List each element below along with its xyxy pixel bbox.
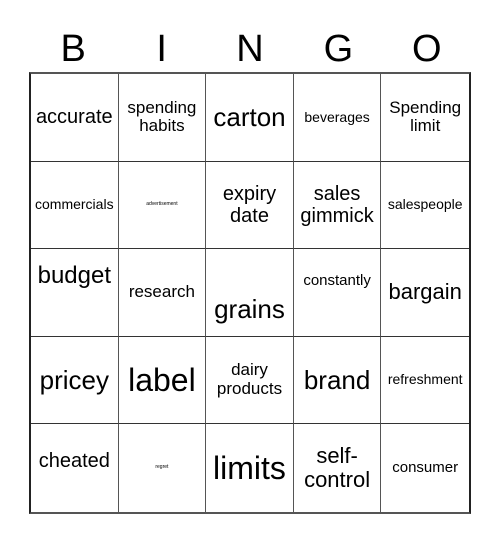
bingo-cell[interactable]: consumer xyxy=(381,424,469,512)
bingo-cell[interactable]: brand xyxy=(293,336,382,425)
bingo-cell[interactable]: grains xyxy=(206,249,294,337)
header-letter-i: I xyxy=(156,28,167,70)
bingo-cell[interactable]: bargain xyxy=(381,249,469,337)
cell-text: label xyxy=(128,361,196,398)
cell-text: commercials xyxy=(35,196,114,213)
cell-text: constantly xyxy=(303,272,371,290)
cell-text: sales gimmick xyxy=(300,182,374,227)
cell-text: consumer xyxy=(392,458,459,476)
bingo-cell[interactable]: limits xyxy=(206,424,294,512)
header-letter-b: B xyxy=(60,28,86,70)
cell-text: salespeople xyxy=(387,196,463,213)
cell-text: Spending limit xyxy=(389,97,462,136)
bingo-cell[interactable]: carton xyxy=(206,74,294,162)
bingo-cell[interactable]: dairy products xyxy=(206,336,294,425)
bingo-cell[interactable]: constantly xyxy=(293,249,382,337)
bingo-cell[interactable]: pricey xyxy=(31,336,119,425)
cell-text: beverages xyxy=(304,108,370,125)
cell-text: regret xyxy=(155,464,169,471)
cell-text: self-control xyxy=(304,443,371,493)
bingo-cell[interactable]: spending habits xyxy=(118,74,207,162)
bingo-cell[interactable]: label xyxy=(118,336,207,425)
bingo-cell[interactable]: commercials xyxy=(31,161,119,250)
cell-text: cheated xyxy=(38,450,110,473)
bingo-cell[interactable]: cheated xyxy=(31,424,119,512)
cell-text: carton xyxy=(213,102,286,132)
bingo-board: accurate spending habits carton beverage… xyxy=(29,72,471,514)
cell-text: accurate xyxy=(35,106,113,129)
bingo-cell[interactable]: budget xyxy=(31,249,119,337)
cell-text: research xyxy=(128,282,195,302)
bingo-cell[interactable]: self-control xyxy=(294,424,382,512)
cell-text: advertisement xyxy=(146,201,178,208)
bingo-cell[interactable]: accurate xyxy=(31,74,119,162)
bingo-header: B I N G O xyxy=(29,26,471,72)
bingo-cell[interactable]: beverages xyxy=(293,74,382,162)
cell-text: expiry date xyxy=(222,182,277,227)
header-letter-n: N xyxy=(236,28,264,70)
cell-text: pricey xyxy=(39,364,109,395)
bingo-cell[interactable]: sales gimmick xyxy=(293,161,382,250)
bingo-cell[interactable]: Spending limit xyxy=(381,74,469,162)
bingo-cell[interactable]: regret xyxy=(119,424,207,512)
cell-text: budget xyxy=(37,262,111,290)
cell-text: grains xyxy=(214,294,285,325)
bingo-cell[interactable]: expiry date xyxy=(206,161,294,250)
cell-text: dairy products xyxy=(216,360,283,399)
bingo-cell[interactable]: research xyxy=(118,249,207,337)
bingo-cell[interactable]: salespeople xyxy=(381,162,469,250)
header-letter-o: O xyxy=(412,28,442,70)
cell-text: spending habits xyxy=(127,97,197,136)
cell-text: brand xyxy=(303,364,371,395)
bingo-cell[interactable]: refreshment xyxy=(381,337,469,425)
cell-text: limits xyxy=(213,449,286,486)
cell-text: bargain xyxy=(388,279,462,305)
bingo-cell[interactable]: advertisement xyxy=(118,161,207,250)
header-letter-g: G xyxy=(323,28,354,70)
cell-text: refreshment xyxy=(387,371,463,388)
